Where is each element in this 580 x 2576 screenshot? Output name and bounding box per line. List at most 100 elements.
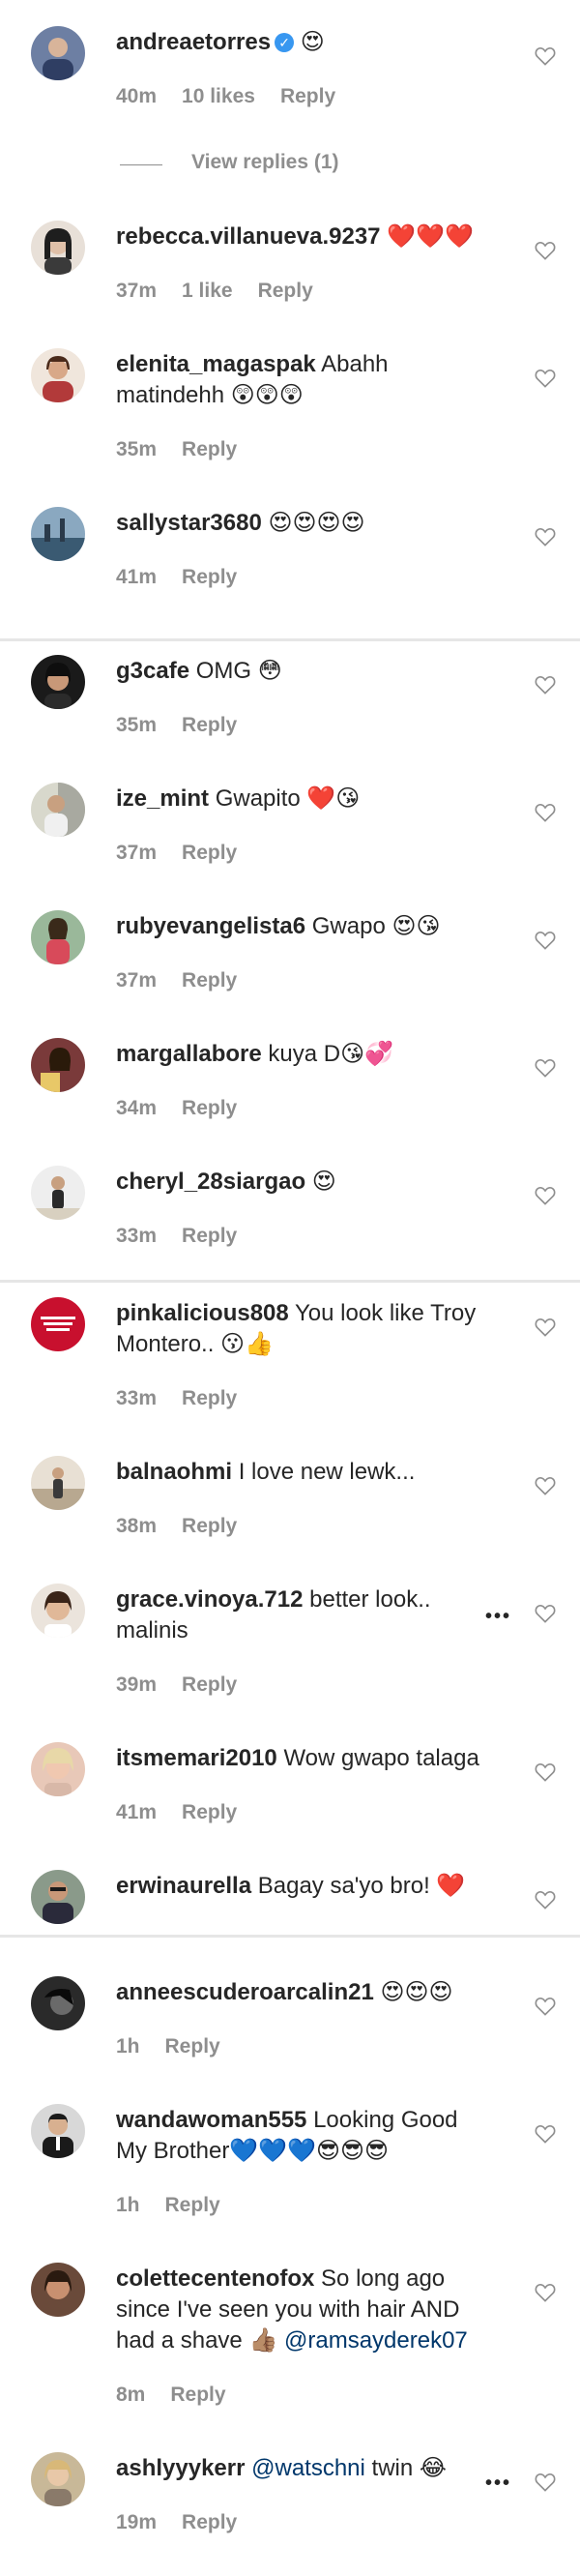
username-link[interactable]: andreaetorres bbox=[116, 29, 271, 55]
username-link[interactable]: colettecentenofox bbox=[116, 2265, 314, 2292]
comment-time[interactable]: 41m bbox=[116, 1801, 157, 1823]
reply-button[interactable]: Reply bbox=[182, 1225, 237, 1247]
heart-icon[interactable] bbox=[535, 1318, 556, 1337]
heart-icon[interactable] bbox=[535, 527, 556, 547]
username-link[interactable]: grace.vinoya.712 bbox=[116, 1586, 303, 1613]
reply-button[interactable]: Reply bbox=[182, 438, 237, 460]
heart-icon[interactable] bbox=[535, 2124, 556, 2144]
heart-icon[interactable] bbox=[535, 2472, 556, 2492]
heart-icon[interactable] bbox=[535, 1186, 556, 1205]
reply-button[interactable]: Reply bbox=[165, 2194, 220, 2216]
reply-button[interactable]: Reply bbox=[182, 1387, 237, 1409]
avatar[interactable] bbox=[31, 2452, 85, 2506]
reply-button[interactable]: Reply bbox=[182, 1097, 237, 1119]
username-link[interactable]: anneescuderoarcalin21 bbox=[116, 1979, 374, 2005]
avatar[interactable] bbox=[31, 1976, 85, 2030]
heart-icon[interactable] bbox=[535, 369, 556, 388]
username-link[interactable]: rubyevangelista6 bbox=[116, 913, 305, 939]
avatar[interactable] bbox=[31, 26, 85, 80]
avatar[interactable] bbox=[31, 655, 85, 709]
mention-link[interactable]: @ramsayderek07 bbox=[284, 2327, 468, 2354]
heart-icon[interactable] bbox=[535, 931, 556, 950]
username-link[interactable]: erwinaurella bbox=[116, 1873, 251, 1899]
heart-icon[interactable] bbox=[535, 1476, 556, 1495]
username-link[interactable]: cheryl_28siargao bbox=[116, 1169, 305, 1195]
avatar[interactable] bbox=[31, 910, 85, 964]
comment-text: anneescuderoarcalin21 😍😍😍 bbox=[116, 1977, 483, 2008]
avatar[interactable] bbox=[31, 1742, 85, 1796]
reply-button[interactable]: Reply bbox=[182, 714, 237, 736]
likes-count[interactable]: 10 likes bbox=[182, 85, 255, 107]
reply-button[interactable]: Reply bbox=[165, 2035, 220, 2058]
heart-icon[interactable] bbox=[535, 241, 556, 260]
heart-icon[interactable] bbox=[535, 2283, 556, 2302]
heart-icon[interactable] bbox=[535, 46, 556, 66]
comment-time[interactable]: 37m bbox=[116, 969, 157, 992]
heart-icon[interactable] bbox=[535, 675, 556, 695]
avatar[interactable] bbox=[31, 1456, 85, 1510]
view-replies-button[interactable]: View replies (1) bbox=[120, 151, 339, 174]
username-link[interactable]: balnaohmi bbox=[116, 1459, 232, 1485]
heart-icon[interactable] bbox=[535, 1762, 556, 1782]
comment-time[interactable]: 38m bbox=[116, 1515, 157, 1537]
avatar[interactable] bbox=[31, 1297, 85, 1351]
username-link[interactable]: itsmemari2010 bbox=[116, 1745, 277, 1771]
reply-button[interactable]: Reply bbox=[258, 280, 313, 302]
reply-button[interactable]: Reply bbox=[182, 566, 237, 588]
avatar[interactable] bbox=[31, 1166, 85, 1220]
comment-time[interactable]: 33m bbox=[116, 1225, 157, 1247]
comment-time[interactable]: 19m bbox=[116, 2511, 157, 2533]
comment-time[interactable]: 35m bbox=[116, 438, 157, 460]
comment-time[interactable]: 8m bbox=[116, 2384, 145, 2406]
username-link[interactable]: ize_mint bbox=[116, 785, 209, 812]
reply-button[interactable]: Reply bbox=[182, 969, 237, 992]
comment-meta: 8m Reply bbox=[116, 2384, 251, 2407]
comment-time[interactable]: 35m bbox=[116, 714, 157, 736]
avatar[interactable] bbox=[31, 2104, 85, 2158]
reply-button[interactable]: Reply bbox=[182, 1801, 237, 1823]
heart-icon[interactable] bbox=[535, 803, 556, 822]
reply-button[interactable]: Reply bbox=[182, 2511, 237, 2533]
reply-button[interactable]: Reply bbox=[170, 2384, 225, 2406]
reply-button[interactable]: Reply bbox=[182, 1515, 237, 1537]
avatar[interactable] bbox=[31, 507, 85, 561]
mention-link[interactable]: @watschni bbox=[251, 2455, 365, 2481]
comment-time[interactable]: 39m bbox=[116, 1673, 157, 1696]
comment-time[interactable]: 33m bbox=[116, 1387, 157, 1409]
comment-time[interactable]: 1h bbox=[116, 2035, 140, 2058]
username-link[interactable]: pinkalicious808 bbox=[116, 1300, 289, 1326]
comment-time[interactable]: 41m bbox=[116, 566, 157, 588]
comment-time[interactable]: 37m bbox=[116, 280, 157, 302]
comment-time[interactable]: 1h bbox=[116, 2194, 140, 2216]
heart-icon[interactable] bbox=[535, 1604, 556, 1623]
more-options-icon[interactable]: ••• bbox=[485, 2472, 511, 2495]
avatar[interactable] bbox=[31, 1870, 85, 1924]
avatar[interactable] bbox=[31, 221, 85, 275]
heart-icon[interactable] bbox=[535, 1890, 556, 1910]
verified-badge-icon: ✓ bbox=[275, 33, 295, 52]
comment-text: andreaetorres ✓ 😍 bbox=[116, 27, 483, 58]
comment-time[interactable]: 34m bbox=[116, 1097, 157, 1119]
username-link[interactable]: wandawoman555 bbox=[116, 2107, 306, 2133]
more-options-icon[interactable]: ••• bbox=[485, 1606, 511, 1628]
comment-body: OMG 😳 bbox=[195, 658, 282, 684]
username-link[interactable]: rebecca.villanueva.9237 bbox=[116, 223, 381, 250]
avatar[interactable] bbox=[31, 2263, 85, 2317]
comment-time[interactable]: 37m bbox=[116, 842, 157, 864]
avatar[interactable] bbox=[31, 1584, 85, 1638]
heart-icon[interactable] bbox=[535, 1997, 556, 2016]
username-link[interactable]: g3cafe bbox=[116, 658, 189, 684]
avatar[interactable] bbox=[31, 1038, 85, 1092]
reply-button[interactable]: Reply bbox=[182, 1673, 237, 1696]
username-link[interactable]: margallabore bbox=[116, 1041, 262, 1067]
reply-button[interactable]: Reply bbox=[182, 842, 237, 864]
likes-count[interactable]: 1 like bbox=[182, 280, 233, 302]
comment-time[interactable]: 40m bbox=[116, 85, 157, 107]
username-link[interactable]: sallystar3680 bbox=[116, 510, 262, 536]
avatar[interactable] bbox=[31, 348, 85, 402]
username-link[interactable]: elenita_magaspak bbox=[116, 351, 316, 377]
reply-button[interactable]: Reply bbox=[280, 85, 335, 107]
heart-icon[interactable] bbox=[535, 1058, 556, 1078]
username-link[interactable]: ashlyyykerr bbox=[116, 2455, 245, 2481]
avatar[interactable] bbox=[31, 783, 85, 837]
